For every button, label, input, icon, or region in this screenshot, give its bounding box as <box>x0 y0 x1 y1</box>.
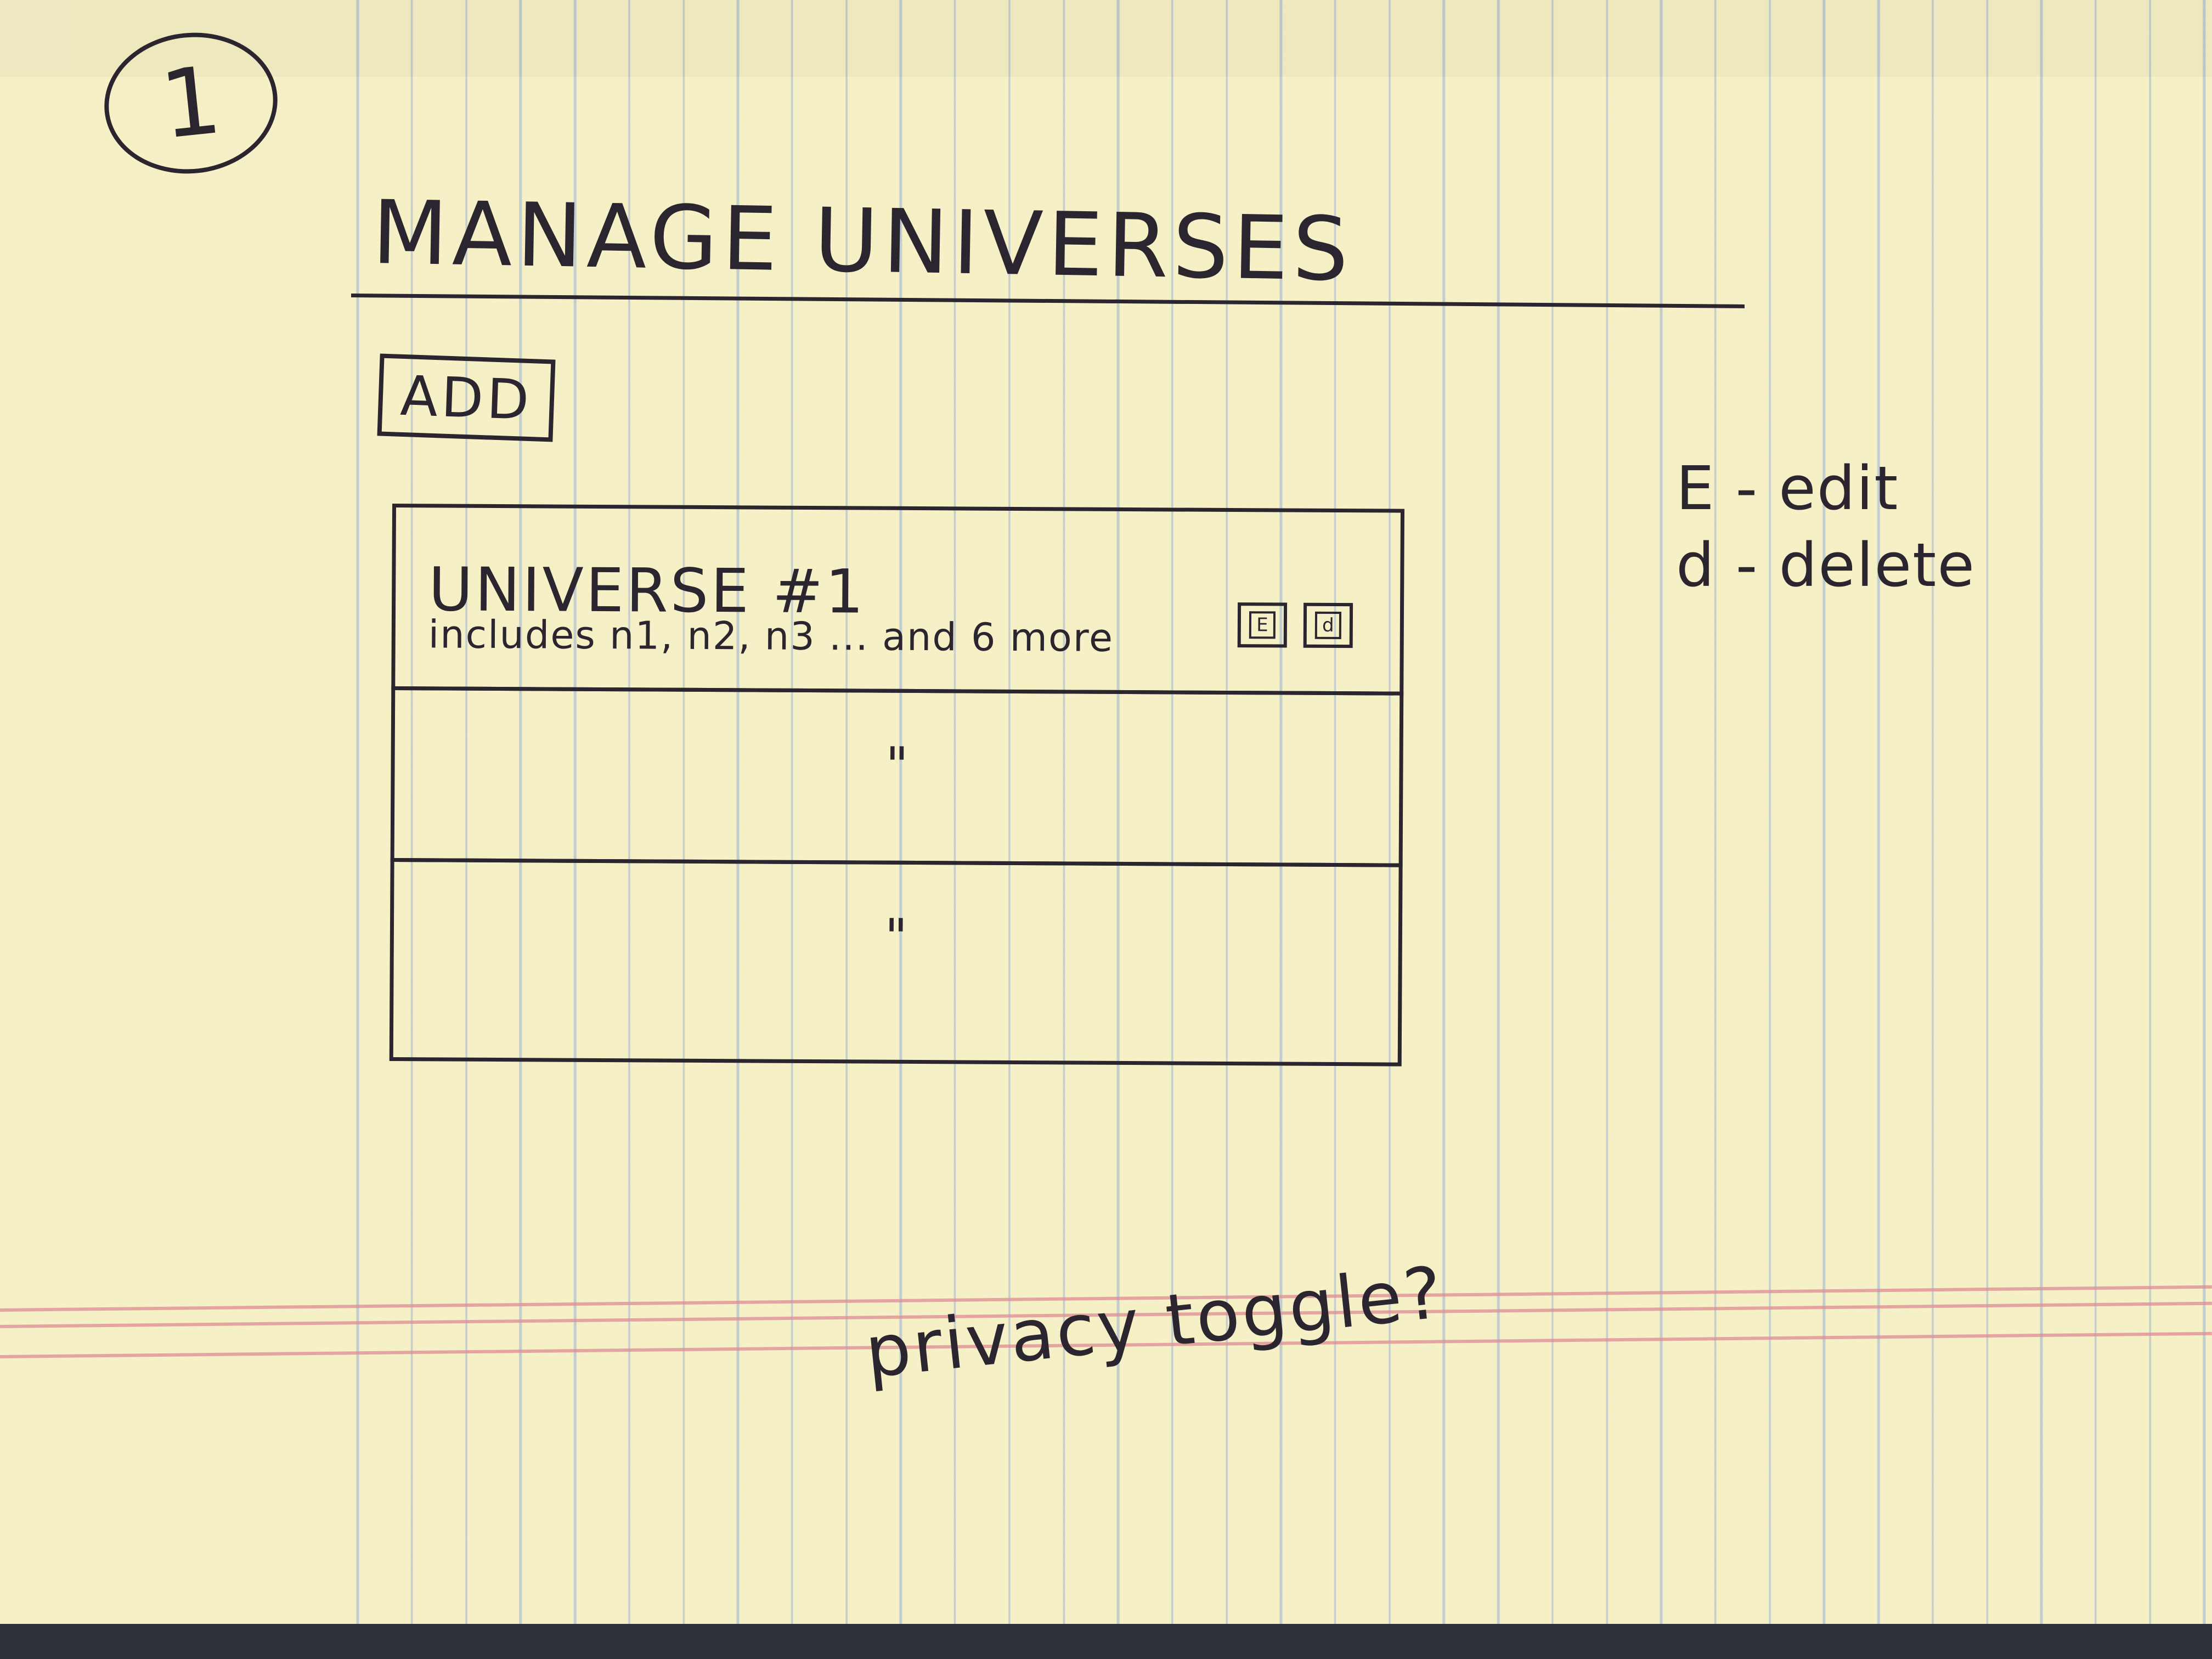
legend-delete: d - delete <box>1676 530 1976 600</box>
notebook-paper: 1 MANAGE UNIVERSES ADD UNIVERSE #1 inclu… <box>0 0 2212 1624</box>
page-title: MANAGE UNIVERSES <box>371 181 1354 301</box>
universe-row[interactable]: " <box>390 686 1404 867</box>
add-universe-button[interactable]: ADD <box>377 353 556 442</box>
universe-row[interactable]: " <box>389 857 1403 1066</box>
paper-fold <box>0 0 2212 77</box>
ditto-mark: " <box>884 908 908 966</box>
title-divider <box>351 294 1745 308</box>
universe-row[interactable]: UNIVERSE #1 includes n1, n2, n3 ... and … <box>391 504 1405 696</box>
universe-members: includes n1, n2, n3 ... and 6 more <box>428 612 1114 661</box>
delete-button[interactable]: d <box>1303 602 1353 648</box>
edit-button[interactable]: E <box>1237 602 1288 648</box>
legend-edit: E - edit <box>1676 453 1899 523</box>
privacy-toggle-note: privacy toggle? <box>861 1250 1448 1395</box>
action-legend: E - edit d - delete <box>1676 450 1976 603</box>
ditto-mark: " <box>885 736 909 794</box>
row-actions: E d <box>1237 602 1353 648</box>
page-number: 1 <box>155 46 227 161</box>
edit-icon: E <box>1249 611 1276 639</box>
delete-icon: d <box>1314 611 1342 640</box>
universe-list: UNIVERSE #1 includes n1, n2, n3 ... and … <box>389 504 1405 1073</box>
desk-background <box>0 1624 2212 1659</box>
